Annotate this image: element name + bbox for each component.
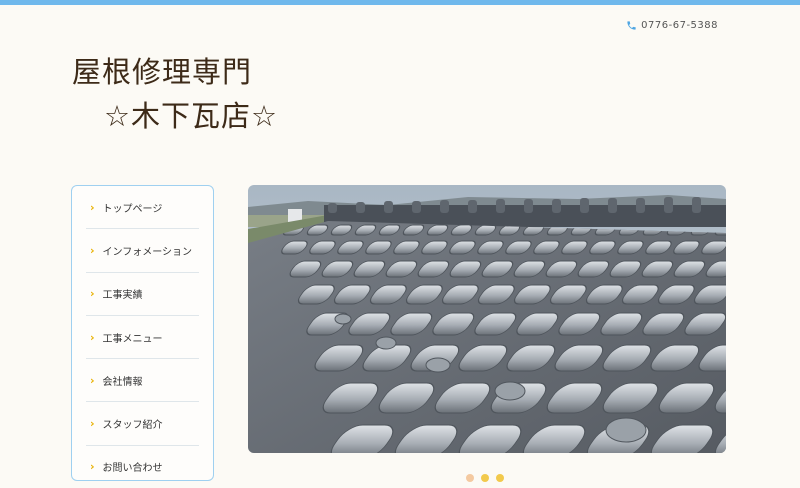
sidebar-item-label: 会社情報 xyxy=(102,376,143,388)
phone-number-text: 0776-67-5388 xyxy=(641,20,718,31)
site-title[interactable]: 屋根修理専門 ☆木下瓦店☆ xyxy=(72,50,278,138)
sidebar-item-menu[interactable]: › 工事メニュー xyxy=(86,316,199,360)
sidebar-item-works[interactable]: › 工事実績 xyxy=(86,273,199,316)
slider-dot-1[interactable] xyxy=(466,474,474,482)
sidebar-item-label: インフォメーション xyxy=(102,246,193,258)
chevron-right-icon: › xyxy=(90,373,95,387)
sidebar-nav: › トップページ › インフォメーション › 工事実績 › 工事メニュー › 会社情報 ›… xyxy=(71,185,214,481)
sidebar-item-company[interactable]: › 会社情報 xyxy=(86,359,199,403)
top-accent-bar xyxy=(0,0,800,5)
phone-icon xyxy=(627,21,636,30)
slider-pagination xyxy=(466,474,504,482)
chevron-right-icon: › xyxy=(90,287,95,301)
sidebar-item-label: 工事メニュー xyxy=(102,333,163,345)
sidebar-item-top[interactable]: › トップページ xyxy=(86,186,199,230)
slider-dot-3[interactable] xyxy=(496,474,504,482)
slider-dot-2[interactable] xyxy=(481,474,489,482)
chevron-right-icon: › xyxy=(90,200,95,214)
chevron-right-icon: › xyxy=(90,330,95,344)
site-title-line1: 屋根修理専門 xyxy=(72,55,253,89)
sidebar-item-staff[interactable]: › スタッフ紹介 xyxy=(86,402,199,446)
sidebar-item-label: 工事実績 xyxy=(102,290,143,302)
sidebar-item-label: お問い合わせ xyxy=(102,463,163,475)
chevron-right-icon: › xyxy=(90,460,95,474)
hero-slideshow[interactable] xyxy=(248,185,726,453)
roof-tile-photo xyxy=(248,185,726,453)
phone-number[interactable]: 0776-67-5388 xyxy=(626,20,718,31)
sidebar-item-label: トップページ xyxy=(102,203,163,215)
sidebar-item-contact[interactable]: › お問い合わせ xyxy=(86,446,199,488)
chevron-right-icon: › xyxy=(90,417,95,431)
chevron-right-icon: › xyxy=(90,243,95,257)
sidebar-item-label: スタッフ紹介 xyxy=(102,420,163,432)
sidebar-item-information[interactable]: › インフォメーション xyxy=(86,229,199,273)
site-title-line2: ☆木下瓦店☆ xyxy=(104,99,278,133)
